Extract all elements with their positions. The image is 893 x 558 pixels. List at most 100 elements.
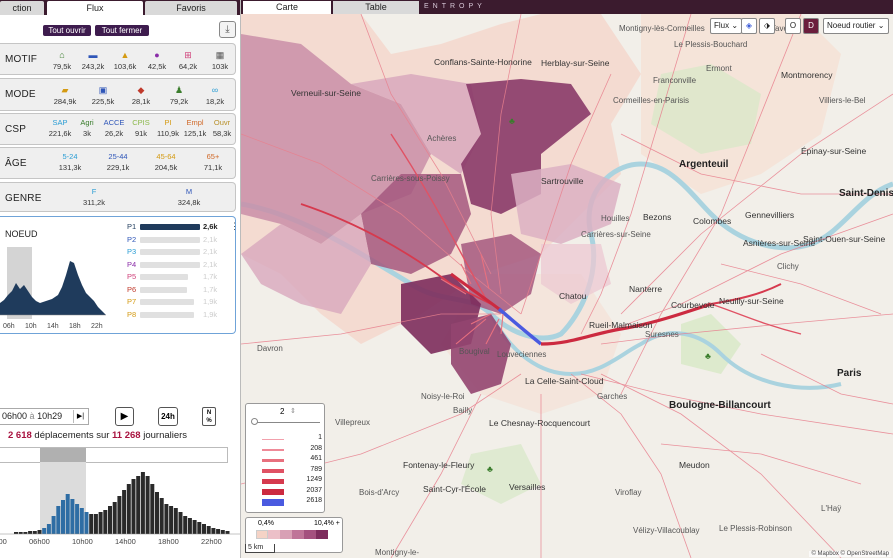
mode-item[interactable]: ♟ 79,2k xyxy=(164,85,194,106)
map-attribution[interactable]: © Mapbox © OpenStreetMap xyxy=(809,551,891,557)
car-icon: ▰ xyxy=(61,85,69,95)
play-button[interactable]: ▶ xyxy=(115,407,134,426)
csp-item[interactable]: Agri 3k xyxy=(72,118,102,138)
period-row[interactable]: P3 2,1k xyxy=(127,247,227,257)
histogram-bar xyxy=(56,506,61,534)
csp-value: 91k xyxy=(134,129,148,138)
tab-selection[interactable]: ction xyxy=(0,1,44,15)
histogram-bar xyxy=(93,514,98,534)
place-label: Meudon xyxy=(679,460,710,470)
mode-value: 225,5k xyxy=(91,97,115,106)
genre-box[interactable]: GENRE F 311,2k M 324,8k xyxy=(0,182,236,212)
age-item[interactable]: 25-44 229,1k xyxy=(103,152,133,172)
close-all-button[interactable]: Tout fermer xyxy=(95,25,149,36)
map-canvas[interactable]: ♣ ♣ ♣ Conflans-Sainte-Honorine Herblay-s… xyxy=(241,14,893,558)
motif-label: MOTIF xyxy=(5,54,38,65)
csp-item[interactable]: ACCE 26,2k xyxy=(99,118,129,138)
period-label: P6 xyxy=(127,284,137,294)
csp-item[interactable]: Empl 125,1k xyxy=(180,118,210,138)
motif-item[interactable]: ● 42,5k xyxy=(142,50,172,71)
time-slider-handle[interactable] xyxy=(40,448,86,462)
play-icon: ▶ xyxy=(120,411,129,422)
mode-item[interactable]: ▣ 225,5k xyxy=(88,85,118,106)
age-item[interactable]: 45-64 204,5k xyxy=(151,152,181,172)
period-value: 1,9k xyxy=(203,309,218,319)
period-row[interactable]: P2 2,1k xyxy=(127,235,227,245)
legend-slider[interactable] xyxy=(254,422,320,423)
histogram-bar xyxy=(70,499,75,534)
map-mode-select[interactable]: Noeud routier ⌄ xyxy=(823,18,889,34)
mode-item[interactable]: ▰ 284,9k xyxy=(50,85,80,106)
forest-icon: ♣ xyxy=(705,351,711,361)
ball-icon: ● xyxy=(154,50,160,60)
place-label: Ermont xyxy=(706,64,732,73)
tab-flux[interactable]: Flux xyxy=(47,1,143,15)
tag-button[interactable]: ⬗ xyxy=(759,18,775,34)
legend-slider-handle[interactable] xyxy=(251,418,258,425)
download-button[interactable]: ⤓ xyxy=(219,21,236,38)
csp-item[interactable]: CPIS 91k xyxy=(126,118,156,138)
tab-favoris[interactable]: Favoris xyxy=(145,1,237,15)
period-row[interactable]: P5 1,7k xyxy=(127,272,227,282)
place-label: Villepreux xyxy=(335,418,370,427)
destination-toggle[interactable]: D xyxy=(803,18,819,34)
time-slider[interactable] xyxy=(0,447,228,463)
motif-item[interactable]: ⊞ 64,2k xyxy=(173,50,203,71)
motif-item[interactable]: ▦ 103k xyxy=(205,50,235,71)
histogram-bar xyxy=(75,504,80,534)
layers-button[interactable]: ◈ xyxy=(741,18,757,34)
period-bar xyxy=(140,299,194,305)
csp-head: Agri xyxy=(80,118,94,127)
csp-value: 125,1k xyxy=(183,129,207,138)
mode-item[interactable]: ◆ 28,1k xyxy=(126,85,156,106)
motif-item[interactable]: ⌂ 79,5k xyxy=(47,50,77,71)
csp-head: PI xyxy=(164,118,172,127)
period-row[interactable]: P1 2,6k xyxy=(127,222,227,232)
csp-item[interactable]: SAP 221,6k xyxy=(45,118,75,138)
motorbike-icon: ◆ xyxy=(137,85,145,95)
place-label: Verneuil-sur-Seine xyxy=(291,88,361,98)
genre-item[interactable]: F 311,2k xyxy=(79,187,109,207)
legend-label: 461 xyxy=(310,455,322,462)
genre-item[interactable]: M 324,8k xyxy=(174,187,204,207)
mode-box[interactable]: MODE ▰ 284,9k ▣ 225,5k ◆ 28,1k ♟ 79,2k ∞ 18,2k xyxy=(0,78,236,111)
place-label: Neuilly-sur-Seine xyxy=(719,296,784,306)
period-row[interactable]: P6 1,7k xyxy=(127,285,227,295)
motif-item[interactable]: ▲ 103,6k xyxy=(110,50,140,71)
place-label: Courbevoie xyxy=(671,300,715,310)
motif-item[interactable]: ▬ 243,2k xyxy=(78,50,108,71)
age-item[interactable]: 65+ 71,1k xyxy=(198,152,228,172)
tab-carte[interactable]: Carte xyxy=(243,1,331,14)
flow-legend: 2 ⇕ 1 208 461 789 1249 2037 2618 xyxy=(245,403,325,513)
percent-toggle[interactable]: N% xyxy=(202,407,216,426)
period-row[interactable]: P7 1,9k xyxy=(127,297,227,307)
age-value: 229,1k xyxy=(106,163,130,172)
24h-button[interactable]: 24h xyxy=(158,407,178,426)
legend-swatch xyxy=(262,438,284,440)
motif-box[interactable]: MOTIF ⌂ 79,5k ▬ 243,2k ▲ 103,6k ● 42,5k ⊞ 64,2k ▦ 1… xyxy=(0,43,236,75)
origin-toggle[interactable]: O xyxy=(785,18,801,34)
open-all-button[interactable]: Tout ouvrir xyxy=(43,25,91,36)
csp-value: 26,2k xyxy=(104,129,124,138)
place-label: Versailles xyxy=(509,482,546,492)
legend-row: 789 xyxy=(262,466,324,476)
more-icon[interactable]: ⋮ xyxy=(230,221,239,232)
place-label: Saint-Ouen-sur-Seine xyxy=(803,234,886,244)
mode-item[interactable]: ∞ 18,2k xyxy=(200,85,230,106)
legend-value: 2 xyxy=(280,407,285,416)
stepper-icon[interactable]: ⇕ xyxy=(290,407,296,415)
step-forward-button[interactable]: ▶| xyxy=(73,410,87,423)
place-label: Le Plessis-Bouchard xyxy=(674,40,748,49)
pct-bot: % xyxy=(206,418,212,424)
csp-box[interactable]: CSP SAP 221,6k Agri 3k ACCE 26,2k CPIS 91k PI 110… xyxy=(0,113,236,145)
period-row[interactable]: P4 2,1k xyxy=(127,260,227,270)
flux-select[interactable]: Flux ⌄ xyxy=(710,18,743,34)
histogram-bar xyxy=(140,472,145,534)
period-row[interactable]: P8 1,9k xyxy=(127,310,227,320)
age-box[interactable]: ÂGE 5-24 131,3k 25-44 229,1k 45-64 204,5k 65+ 7… xyxy=(0,147,236,179)
age-item[interactable]: 5-24 131,3k xyxy=(55,152,85,172)
noeud-box[interactable]: NOEUD ⋮ 06h 10h 14h 18h 22h P1 2,6k P2 2,1k P3 2,… xyxy=(0,216,239,334)
tab-table[interactable]: Table xyxy=(333,1,419,14)
csp-item[interactable]: Ouvr 58,3k xyxy=(207,118,237,138)
csp-item[interactable]: PI 110,9k xyxy=(153,118,183,138)
